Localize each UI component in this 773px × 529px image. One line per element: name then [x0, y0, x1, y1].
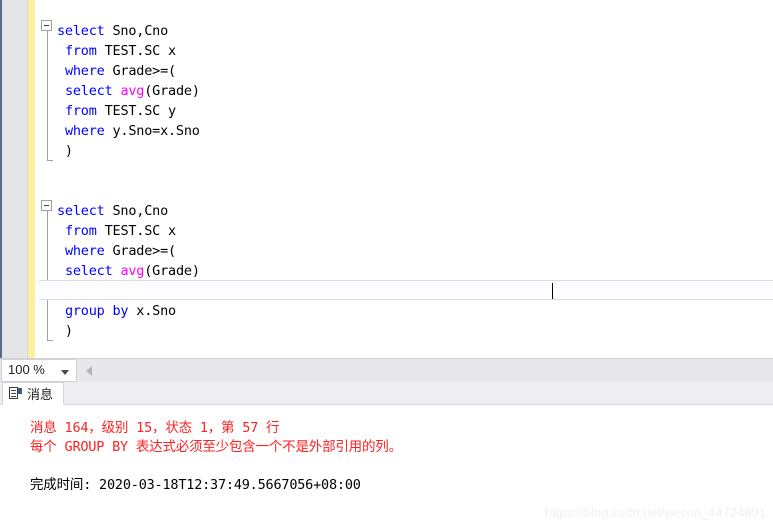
outlining-column[interactable] [39, 0, 57, 358]
code-token-plain: Sno,Cno [104, 23, 169, 39]
code-token-kw: select [64, 263, 113, 279]
watermark-text: https://blog.csdn.net/weixin_44724691 [544, 505, 766, 520]
text-caret [552, 283, 553, 299]
fold-guide-foot [47, 160, 53, 161]
code-token-plain: ) [57, 143, 73, 159]
code-line[interactable]: where y.Sno=x.Sno [57, 121, 200, 141]
code-line[interactable]: select avg(Grade) [57, 81, 200, 101]
code-token-plain: TEST.SC x [96, 223, 177, 239]
code-token-plain: y.Sno=x.Sno [104, 123, 200, 139]
code-token-kw: from [64, 43, 97, 59]
code-token-kw: select [57, 23, 105, 39]
chevron-down-icon[interactable] [61, 370, 69, 375]
code-token-plain: ) [57, 323, 73, 339]
code-token-fn: avg [120, 83, 145, 99]
zoom-level-combobox[interactable]: 100 % [1, 359, 77, 382]
code-token-kw: where [64, 63, 105, 79]
completion-time-line: 完成时间: 2020-03-18T12:37:49.5667056+08:00 [30, 477, 361, 493]
messages-grid-icon [9, 387, 22, 400]
code-token-plain: Sno,Cno [104, 203, 169, 219]
editor-status-bar: 100 % [0, 358, 773, 382]
code-line[interactable]: from TEST.SC x [57, 41, 176, 61]
unsaved-changes-bar [28, 0, 35, 358]
zoom-level-value: 100 % [8, 362, 45, 377]
code-token-plain: x.Sno [128, 303, 176, 319]
code-token-kw: select [64, 83, 113, 99]
code-line[interactable]: from TEST.SC x [57, 221, 176, 241]
sql-editor-pane[interactable]: select Sno,Cno from TEST.SC x where Grad… [0, 0, 773, 358]
code-token-kw: from [64, 103, 97, 119]
tab-messages[interactable]: 消息 [2, 382, 65, 405]
code-token-plain: TEST.SC y [96, 103, 177, 119]
triangle-left-icon[interactable] [86, 366, 92, 376]
code-line[interactable]: select avg(Grade) [57, 261, 200, 281]
code-line[interactable]: where Grade>=( [57, 241, 176, 261]
code-token-fn: avg [120, 263, 145, 279]
code-token-plain: TEST.SC x [96, 43, 177, 59]
fold-guide-line [47, 31, 48, 160]
code-line[interactable]: where Grade>=( [57, 61, 176, 81]
code-area[interactable]: select Sno,Cno from TEST.SC x where Grad… [39, 0, 773, 358]
current-line-highlight [39, 280, 773, 300]
fold-guide-foot [47, 340, 53, 341]
code-token-plain: Grade>=( [104, 243, 177, 259]
selection-margin[interactable] [2, 0, 28, 358]
code-token-kw: from [64, 223, 97, 239]
code-line[interactable]: ) [57, 141, 73, 161]
fold-guide-line [47, 211, 48, 340]
code-line[interactable]: select Sno,Cno [57, 201, 168, 221]
results-pane: 消息 消息 164，级别 15，状态 1，第 57 行每个 GROUP BY 表… [0, 382, 773, 529]
results-tabstrip: 消息 [0, 382, 773, 405]
tab-messages-label: 消息 [27, 388, 54, 403]
code-token-plain: (Grade) [144, 263, 200, 279]
code-token-kw: group by [64, 303, 129, 319]
code-line[interactable]: ) [57, 321, 73, 341]
code-token-kw: where [64, 243, 105, 259]
code-token-kw: select [57, 203, 105, 219]
code-token-plain: (Grade) [144, 83, 200, 99]
error-message-line: 消息 164，级别 15，状态 1，第 57 行 [30, 420, 280, 436]
code-line[interactable]: group by x.Sno [57, 301, 176, 321]
code-line[interactable]: select Sno,Cno [57, 21, 168, 41]
error-message-line: 每个 GROUP BY 表达式必须至少包含一个不是外部引用的列。 [30, 439, 402, 455]
collapse-block-button[interactable] [41, 200, 52, 211]
code-line[interactable]: from TEST.SC y [57, 101, 176, 121]
code-token-plain: Grade>=( [104, 63, 177, 79]
code-token-kw: where [64, 123, 105, 139]
collapse-block-button[interactable] [41, 20, 52, 31]
